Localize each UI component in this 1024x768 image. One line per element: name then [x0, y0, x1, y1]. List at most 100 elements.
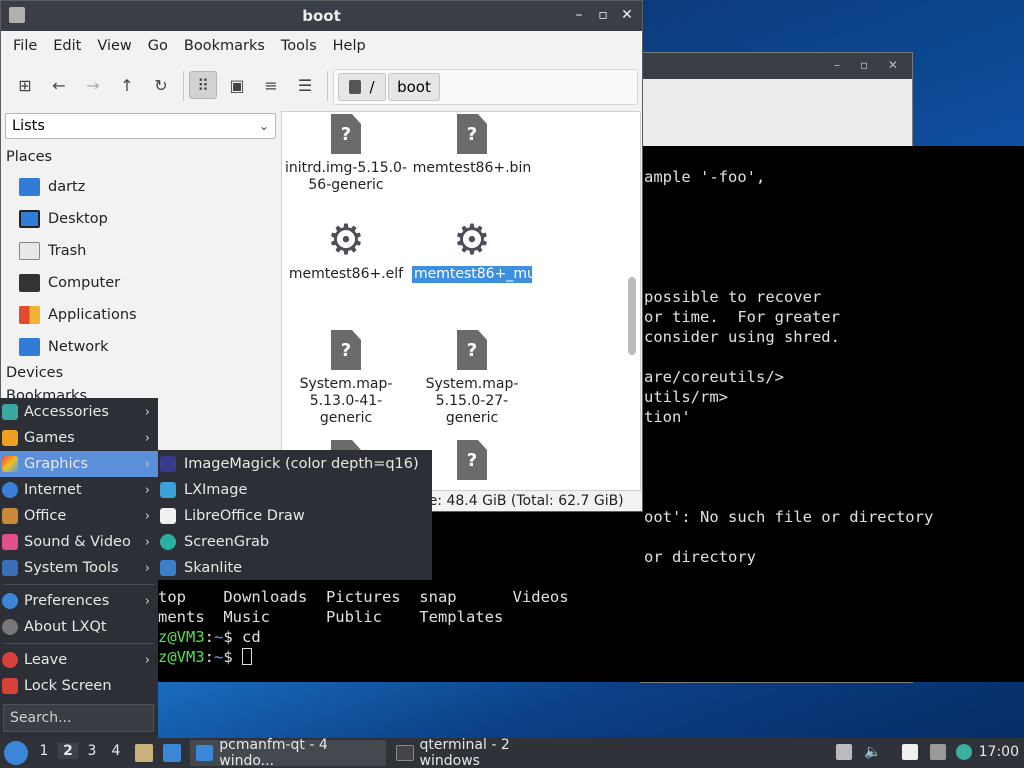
file-item-selected[interactable]: ⚙ memtest86+_multiboot.bin	[410, 215, 607, 283]
file-manager-titlebar[interactable]: boot – ▫ ✕	[1, 1, 642, 31]
side-pane-mode-select[interactable]: Lists ⌄	[5, 113, 276, 139]
executable-gear-icon: ⚙	[453, 215, 491, 264]
menu-search-input[interactable]: Search...	[3, 704, 154, 732]
graphics-icon	[2, 456, 18, 472]
sidebar-item-computer[interactable]: Computer	[19, 270, 120, 296]
close-button[interactable]: ✕	[620, 6, 634, 24]
menu-item-leave[interactable]: Leave ›	[0, 647, 158, 673]
detailed-list-view-icon[interactable]: ☰	[291, 71, 319, 99]
new-tab-icon[interactable]: ⊞	[11, 71, 39, 99]
menu-separator	[4, 584, 154, 585]
breadcrumb: / boot	[333, 69, 638, 105]
drive-icon	[349, 80, 362, 94]
file-item[interactable]: ⚙ memtest86+.elf	[284, 219, 408, 283]
reload-icon[interactable]: ↻	[147, 71, 175, 99]
file-item[interactable]: ? System.map-5.13.0-41-generic	[284, 330, 408, 427]
breadcrumb-boot[interactable]: boot	[388, 73, 440, 101]
icon-view-icon[interactable]: ⠿	[189, 71, 217, 99]
file-item[interactable]: ? memtest86+.bin	[410, 114, 534, 177]
update-notifier-icon[interactable]	[956, 744, 972, 760]
desktop-icon	[19, 210, 40, 228]
menu-item-games[interactable]: Games ›	[0, 425, 158, 451]
sidebar-item-trash[interactable]: Trash	[19, 238, 86, 264]
system-tools-icon	[2, 560, 18, 576]
menu-bookmarks[interactable]: Bookmarks	[176, 38, 273, 54]
file-icon-view[interactable]: ? initrd.img-5.15.0-56-generic ? memtest86…	[281, 111, 641, 491]
menu-item-internet[interactable]: Internet ›	[0, 477, 158, 503]
folder-icon	[196, 745, 214, 761]
menu-help[interactable]: Help	[325, 38, 374, 54]
chevron-right-icon: ›	[144, 430, 150, 446]
menu-item-accessories[interactable]: Accessories ›	[0, 399, 158, 425]
up-icon[interactable]: ↑	[113, 71, 141, 99]
show-desktop-icon[interactable]	[163, 744, 181, 762]
menu-item-graphics[interactable]: Graphics ›	[0, 451, 158, 477]
sidebar-item-home[interactable]: dartz	[19, 174, 85, 200]
back-icon[interactable]: ←	[45, 71, 73, 99]
menu-tools[interactable]: Tools	[273, 38, 325, 54]
maximize-button[interactable]: ▫	[596, 6, 610, 24]
chevron-right-icon: ›	[144, 404, 150, 420]
desktop-switch-1[interactable]: 1	[34, 743, 54, 759]
window-title: boot	[302, 7, 341, 25]
terminal-line: utils/rm>	[644, 388, 728, 406]
menu-go[interactable]: Go	[140, 38, 176, 54]
prompt-separator: :	[204, 648, 215, 666]
file-item[interactable]: ? initrd.img-5.15.0-56-generic	[284, 114, 408, 194]
sidebar-item-applications[interactable]: Applications	[19, 302, 137, 328]
prompt-path: ~	[214, 648, 224, 666]
task-pcmanfm[interactable]: pcmanfm-qt - 4 windo...	[190, 737, 386, 768]
start-menu-button[interactable]	[4, 741, 28, 765]
menu-item-lock-screen[interactable]: Lock Screen	[0, 673, 158, 699]
menu-item-about-lxqt[interactable]: About LXQt	[0, 614, 158, 640]
submenu-item-libreoffice-draw[interactable]: LibreOffice Draw	[158, 503, 432, 529]
menu-item-preferences[interactable]: Preferences ›	[0, 588, 158, 614]
scrollbar-thumb[interactable]	[628, 277, 636, 355]
unknown-file-icon: ?	[331, 330, 361, 370]
file-item[interactable]: ? System.map-5.15.0-27-generic	[410, 330, 534, 427]
submenu-item-lximage[interactable]: LXImage	[158, 477, 432, 503]
submenu-item-screengrab[interactable]: ScreenGrab	[158, 529, 432, 555]
submenu-item-skanlite[interactable]: Skanlite	[158, 555, 432, 581]
menu-item-office[interactable]: Office ›	[0, 503, 158, 529]
breadcrumb-root[interactable]: /	[338, 73, 386, 101]
desktop-switch-4[interactable]: 4	[106, 743, 126, 759]
menu-item-system-tools[interactable]: System Tools ›	[0, 555, 158, 581]
clock[interactable]: 17:00	[979, 744, 1019, 760]
sidebar-item-network[interactable]: Network	[19, 334, 109, 360]
power-icon	[2, 652, 18, 668]
compact-view-icon[interactable]: ≡	[257, 71, 285, 99]
file-view-scrollbar[interactable]	[625, 113, 639, 489]
terminal-window-buttons[interactable]: – ▫ ✕	[834, 58, 906, 72]
volume-icon[interactable]: 🔈	[864, 744, 881, 760]
minimize-button[interactable]: –	[572, 6, 586, 24]
desktop-switch-2[interactable]: 2	[58, 743, 78, 759]
terminal-line: are/coreutils/>	[644, 368, 784, 386]
menubar: File Edit View Go Bookmarks Tools Help	[1, 31, 642, 61]
desktop-switch-3[interactable]: 3	[82, 743, 102, 759]
terminal-prompt-line-2[interactable]: z@VM3:~$	[158, 648, 253, 666]
thumbnail-view-icon[interactable]: ▣	[223, 71, 251, 99]
devices-heading[interactable]: Devices	[6, 365, 63, 381]
prompt-user: z@VM3	[158, 628, 205, 646]
lock-icon	[2, 678, 18, 694]
preferences-icon	[2, 593, 18, 609]
menu-edit[interactable]: Edit	[45, 38, 89, 54]
menu-view[interactable]: View	[89, 38, 139, 54]
menu-file[interactable]: File	[5, 38, 45, 54]
prompt-separator: :	[204, 628, 215, 646]
terminal-titlebar[interactable]: – ▫ ✕	[641, 53, 912, 79]
sidebar-item-desktop[interactable]: Desktop	[19, 206, 108, 232]
submenu-item-imagemagick[interactable]: ImageMagick (color depth=q16)	[158, 451, 432, 477]
network-tray-icon[interactable]	[930, 744, 946, 760]
terminal-line: or time. For greater	[644, 308, 840, 326]
places-heading[interactable]: Places	[6, 149, 52, 165]
file-manager-launcher-icon[interactable]	[135, 744, 153, 762]
task-qterminal[interactable]: qterminal - 2 windows	[390, 737, 576, 768]
chevron-right-icon: ›	[144, 508, 150, 524]
tray-app-icon[interactable]	[836, 744, 852, 760]
clipboard-icon[interactable]	[902, 744, 918, 760]
chevron-right-icon: ›	[144, 593, 150, 609]
forward-icon[interactable]: →	[79, 71, 107, 99]
menu-item-sound-video[interactable]: Sound & Video ›	[0, 529, 158, 555]
